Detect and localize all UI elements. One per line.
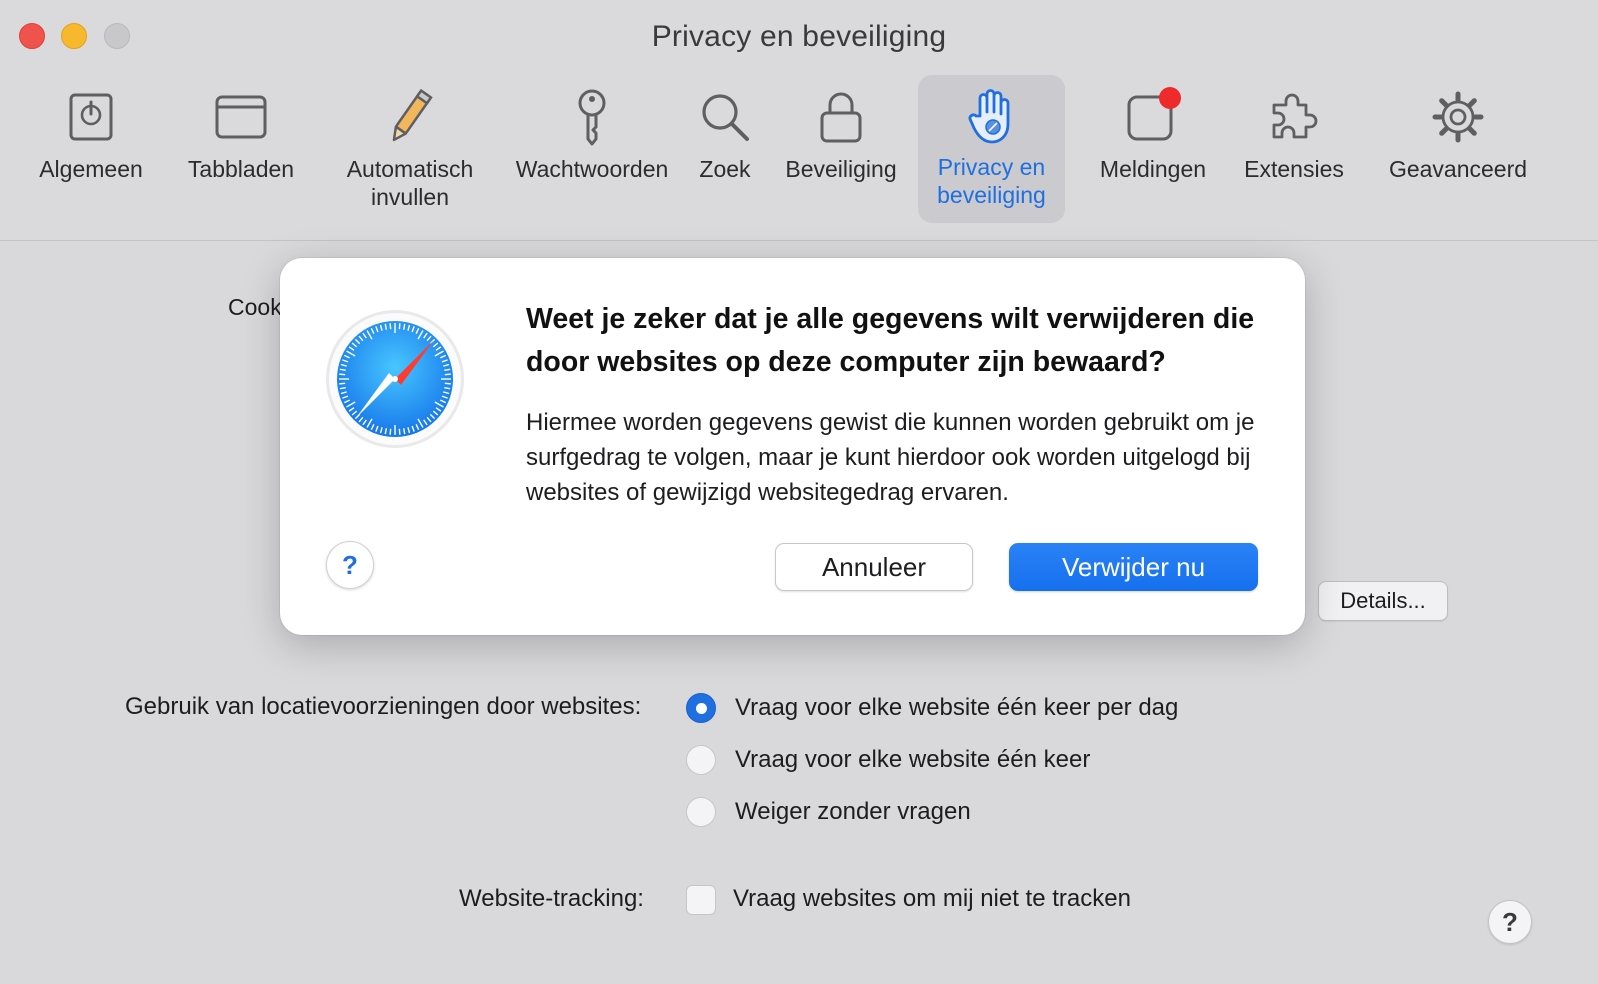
toolbar-item-label: Geavanceerd	[1388, 156, 1528, 182]
toolbar-item-label: Automatisch invullen	[346, 156, 474, 210]
toolbar-item-tabs[interactable]: Tabbladen	[180, 75, 302, 223]
gear-icon	[1426, 85, 1490, 149]
do-not-track-label[interactable]: Vraag websites om mij niet te tracken	[733, 885, 1131, 913]
website-tracking-label: Website-tracking:	[459, 885, 644, 912]
radio-label: Weiger zonder vragen	[735, 798, 971, 825]
location-option-once[interactable]: Vraag voor elke website één keer	[686, 745, 1090, 775]
toolbar-item-advanced[interactable]: Geavanceerd	[1375, 75, 1541, 223]
remove-now-button[interactable]: Verwijder nu	[1009, 543, 1258, 591]
toolbar-item-notifications[interactable]: Meldingen	[1090, 75, 1216, 223]
toolbar-item-privacy[interactable]: Privacy en beveiliging	[918, 75, 1065, 223]
do-not-track-checkbox[interactable]	[686, 885, 716, 915]
toolbar-item-label: Extensies	[1244, 156, 1344, 182]
toolbar-item-search[interactable]: Zoek	[690, 75, 760, 223]
dialog-title: Weet je zeker dat je alle gegevens wilt …	[526, 303, 1255, 378]
compass-tick	[398, 428, 401, 435]
cancel-button[interactable]: Annuleer	[775, 543, 973, 591]
toolbar-item-label: Zoek	[699, 156, 751, 182]
toolbar-item-label: Privacy en beveiliging	[937, 154, 1046, 208]
hand-icon	[960, 83, 1024, 147]
toolbar-item-security[interactable]: Beveiliging	[778, 75, 904, 223]
compass-tick	[389, 323, 392, 330]
help-button[interactable]: ?	[1488, 900, 1532, 944]
radio-button-selected[interactable]	[686, 693, 716, 723]
location-option-deny[interactable]: Weiger zonder vragen	[686, 797, 971, 827]
toolbar-area: Privacy en beveiliging Algemeen Tabblade…	[0, 0, 1598, 241]
toolbar-item-label: Algemeen	[39, 156, 143, 182]
compass-tick	[389, 428, 392, 435]
radio-label: Vraag voor elke website één keer	[735, 746, 1091, 773]
toolbar-item-autofill[interactable]: Automatisch invullen	[335, 75, 485, 223]
compass-tick	[339, 373, 346, 376]
toolbar-item-label: Meldingen	[1099, 156, 1207, 182]
dialog-help-button[interactable]: ?	[326, 541, 374, 589]
compass-tick	[339, 382, 346, 385]
radio-button[interactable]	[686, 797, 716, 827]
remove-data-dialog: Weet je zeker dat je alle gegevens wilt …	[280, 258, 1305, 635]
toolbar-item-passwords[interactable]: Wachtwoorden	[512, 75, 672, 223]
toolbar-item-extensions[interactable]: Extensies	[1238, 75, 1350, 223]
switch-icon	[59, 85, 123, 149]
dialog-message: Hiermee worden gegevens gewist die kunne…	[526, 409, 1255, 506]
notification-icon	[1121, 85, 1185, 149]
safari-compass-icon	[324, 308, 466, 450]
safari-preferences-window: Privacy en beveiliging Algemeen Tabblade…	[0, 0, 1598, 984]
toolbar-item-label: Wachtwoorden	[515, 156, 669, 182]
key-icon	[560, 85, 624, 149]
toolbar-item-general[interactable]: Algemeen	[30, 75, 152, 223]
radio-label: Vraag voor elke website één keer per dag	[735, 694, 1179, 721]
window-title: Privacy en beveiliging	[651, 20, 947, 53]
details-button[interactable]: Details...	[1318, 581, 1448, 621]
lock-icon	[809, 85, 873, 149]
toolbar-item-label: Beveiliging	[785, 156, 897, 182]
tabs-icon	[209, 85, 273, 149]
toolbar-item-label: Tabbladen	[187, 156, 295, 182]
puzzle-icon	[1262, 85, 1326, 149]
location-services-label: Gebruik van locatievoorzieningen door we…	[125, 693, 642, 720]
pencil-icon	[378, 85, 442, 149]
cookies-label: Cook	[228, 294, 282, 320]
compass-tick	[444, 382, 451, 385]
compass-tick	[444, 373, 451, 376]
location-option-daily[interactable]: Vraag voor elke website één keer per dag	[686, 693, 1178, 723]
search-icon	[693, 85, 757, 149]
compass-tick	[398, 323, 401, 330]
radio-button[interactable]	[686, 745, 716, 775]
